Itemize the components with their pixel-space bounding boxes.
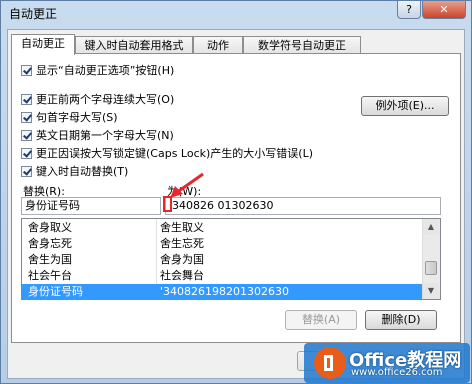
dialog-title: 自动更正	[9, 7, 58, 21]
checkbox-mark	[21, 65, 32, 76]
close-button[interactable]: ✕	[422, 1, 466, 19]
capitalize-first-letter-label: 句首字母大写(S)	[36, 111, 118, 124]
title-bar: 自动更正 ? ✕	[1, 1, 471, 25]
capitalize-days-label: 英文日期第一个字母大写(N)	[36, 129, 174, 142]
entry-with: 舍身为国	[160, 253, 204, 266]
list-item[interactable]: 社会午台 社会舞台	[22, 268, 424, 284]
checkbox-mark	[21, 130, 32, 141]
two-initial-caps-label: 更正前两个字母连续大写(O)	[36, 93, 175, 106]
checkbox-mark	[21, 112, 32, 123]
tab-actions[interactable]: 动作	[193, 36, 243, 54]
entry-replace: 舍身取义	[28, 221, 72, 234]
checkbox-mark	[21, 148, 32, 159]
scroll-thumb[interactable]	[425, 261, 437, 275]
checkbox-mark	[21, 94, 32, 105]
entry-with: 社会舞台	[160, 269, 204, 282]
list-item[interactable]: 舍身取义 舍生取义	[22, 220, 424, 236]
tab-autocorrect[interactable]: 自动更正	[11, 34, 75, 55]
capitalize-days-checkbox[interactable]: 英文日期第一个字母大写(N)	[21, 128, 174, 144]
help-button[interactable]: ?	[397, 1, 421, 19]
scroll-down-icon[interactable]: ▼	[423, 283, 439, 299]
tab-math-autocorrect[interactable]: 数学符号自动更正	[243, 36, 361, 54]
entry-replace: 社会午台	[28, 269, 72, 282]
show-options-checkbox[interactable]: 显示“自动更正选项”按钮(H)	[21, 63, 174, 79]
autocorrect-dialog: 自动更正 ? ✕ 自动更正 键入时自动套用格式 动作 数学符号自动更正 显示“自…	[0, 0, 472, 384]
replace-as-you-type-label: 键入时自动替换(T)	[36, 165, 129, 178]
replace-input[interactable]: 身份证号码	[21, 197, 161, 215]
entry-with: '340826198201302630	[160, 285, 289, 298]
tab-autoformat-as-you-type[interactable]: 键入时自动套用格式	[75, 36, 193, 54]
entry-replace: 身份证号码	[28, 285, 83, 298]
entry-with: 舍生取义	[160, 221, 204, 234]
watermark-site: www.office26.com	[351, 367, 443, 378]
list-item-selected[interactable]: 身份证号码 '340826198201302630	[22, 284, 424, 299]
entry-with: 舍生忘死	[160, 237, 204, 250]
list-item[interactable]: 舍身忘死 舍生忘死	[22, 236, 424, 252]
autocorrect-entries-list[interactable]: 舍身取义 舍生取义 舍身忘死 舍生忘死 舍生为国 舍身为国 社会午台 社会舞台 …	[21, 218, 441, 300]
list-scrollbar[interactable]: ▲ ▼	[422, 219, 440, 299]
scroll-up-icon[interactable]: ▲	[423, 219, 439, 235]
delete-button[interactable]: 删除(D)	[365, 310, 437, 330]
checkbox-mark	[21, 166, 32, 177]
entry-replace: 舍生为国	[28, 253, 72, 266]
red-arrow-icon	[170, 172, 204, 198]
show-options-label: 显示“自动更正选项”按钮(H)	[36, 64, 175, 77]
entry-replace: 舍身忘死	[28, 237, 72, 250]
replace-button[interactable]: 替换(A)	[285, 310, 357, 330]
replace-as-you-type-checkbox[interactable]: 键入时自动替换(T)	[21, 164, 128, 180]
two-initial-caps-checkbox[interactable]: 更正前两个字母连续大写(O)	[21, 92, 174, 108]
exceptions-button[interactable]: 例外项(E)...	[361, 96, 449, 116]
capitalize-first-letter-checkbox[interactable]: 句首字母大写(S)	[21, 110, 118, 126]
caps-lock-checkbox[interactable]: 更正因误按大写锁定键(Caps Lock)产生的大小写错误(L)	[21, 146, 313, 162]
caps-lock-label: 更正因误按大写锁定键(Caps Lock)产生的大小写错误(L)	[36, 147, 314, 160]
list-item[interactable]: 舍生为国 舍身为国	[22, 252, 424, 268]
